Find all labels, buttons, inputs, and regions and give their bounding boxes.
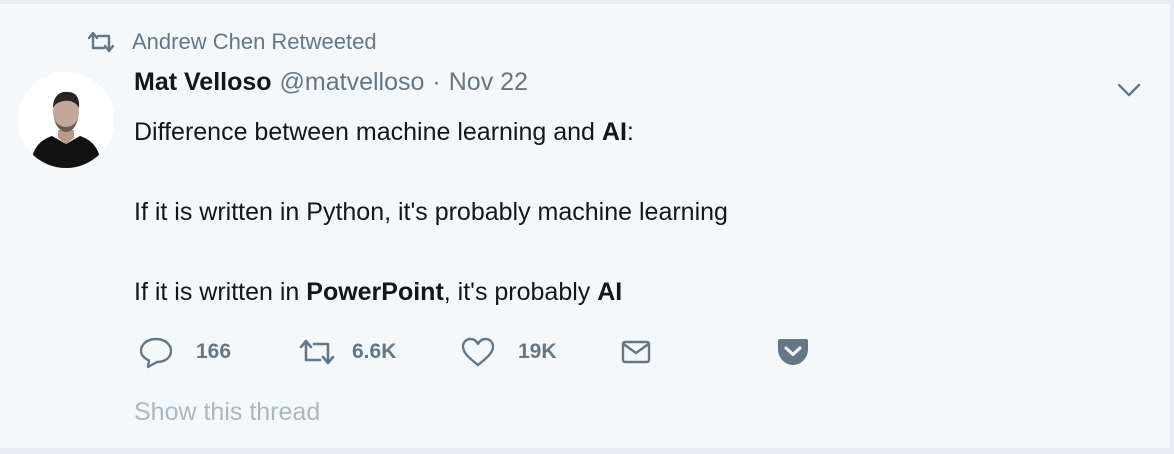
tweet-card[interactable]: Andrew Chen Retweeted Mat Velloso @matve…: [0, 4, 1171, 448]
tweet-actions: 166 6.6K 19K: [138, 334, 838, 370]
separator-dot: ·: [432, 68, 441, 96]
author-fullname[interactable]: Mat Velloso: [134, 68, 272, 97]
avatar-photo: [18, 72, 114, 168]
tweet-line: If it is written in PowerPoint, it's pro…: [134, 278, 623, 306]
like-count: 19K: [518, 340, 557, 363]
tweet-line: If it is written in Python, it's probabl…: [134, 198, 728, 226]
retweet-count: 6.6K: [352, 340, 397, 363]
tweet-header: Mat Velloso @matvelloso · Nov 22: [134, 68, 528, 104]
like-button[interactable]: 19K: [460, 334, 557, 370]
direct-message-button[interactable]: [620, 334, 652, 370]
tweet-timestamp[interactable]: Nov 22: [449, 68, 528, 97]
envelope-icon: [621, 340, 651, 364]
reply-count: 166: [196, 340, 232, 363]
avatar[interactable]: [18, 72, 114, 168]
author-username[interactable]: @matvelloso: [280, 68, 425, 97]
tweet-line: Difference between machine learning and …: [134, 118, 634, 146]
chevron-down-icon[interactable]: [1114, 78, 1144, 102]
show-thread-link[interactable]: Show this thread: [134, 398, 320, 427]
retweet-context: Andrew Chen Retweeted: [86, 28, 377, 56]
heart-icon: [461, 337, 495, 367]
retweet-icon: [299, 339, 335, 365]
retweet-button[interactable]: 6.6K: [298, 334, 396, 370]
tweet-text: Difference between machine learning and …: [134, 112, 1094, 312]
reply-icon: [139, 337, 173, 369]
retweet-context-text[interactable]: Andrew Chen Retweeted: [132, 29, 377, 55]
retweet-icon: [87, 31, 115, 53]
pocket-icon: [778, 339, 808, 365]
pocket-button[interactable]: [776, 334, 810, 370]
reply-button[interactable]: 166: [138, 334, 231, 370]
